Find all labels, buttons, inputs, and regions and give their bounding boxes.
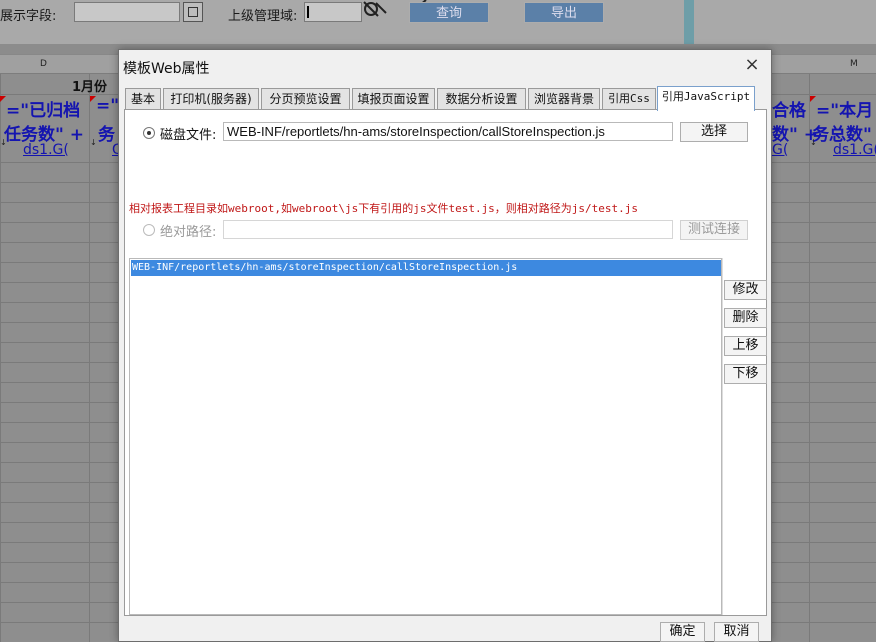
disk-file-radio[interactable] bbox=[143, 127, 155, 139]
parent-org-input[interactable] bbox=[304, 2, 362, 22]
month-header: 1月份 bbox=[72, 80, 108, 95]
path-hint-text: 相对报表工程目录如webroot,如webroot\js下有引用的js文件tes… bbox=[129, 202, 639, 215]
display-field-input[interactable] bbox=[74, 2, 180, 22]
tab-css[interactable]: 引用Css bbox=[602, 88, 656, 110]
tab-page-preview[interactable]: 分页预览设置 bbox=[261, 88, 350, 110]
export-button[interactable]: 导出 bbox=[524, 2, 604, 23]
display-field-label: 展示字段: bbox=[0, 9, 57, 24]
grid-line bbox=[0, 74, 1, 642]
absolute-path-label: 绝对路径: bbox=[160, 225, 217, 240]
ok-button[interactable]: 确定 bbox=[660, 622, 705, 642]
tab-fill-page[interactable]: 填报页面设置 bbox=[352, 88, 435, 110]
javascript-panel: 磁盘文件: WEB-INF/reportlets/hn-ams/storeIns… bbox=[124, 109, 767, 616]
column-d-header[interactable]: D bbox=[40, 59, 47, 69]
cell-formula-line1[interactable]: =" bbox=[96, 96, 119, 116]
close-icon[interactable]: × bbox=[743, 56, 761, 74]
toolbar-divider bbox=[684, 0, 694, 44]
template-web-properties-dialog: 模板Web属性 × 基本 打印机(服务器) 分页预览设置 填报页面设置 数据分析… bbox=[118, 49, 772, 642]
modify-button[interactable]: 修改 bbox=[724, 280, 767, 300]
move-up-button[interactable]: 上移 bbox=[724, 336, 767, 356]
cell-link[interactable]: G( bbox=[772, 142, 788, 158]
choose-button[interactable]: 选择 bbox=[680, 122, 748, 142]
column-m-header[interactable]: M bbox=[850, 59, 858, 69]
disk-file-field[interactable]: WEB-INF/reportlets/hn-ams/storeInspectio… bbox=[223, 122, 673, 141]
background-toolbar: 展示字段: 上级管理域: 查询 导出 bbox=[0, 0, 876, 44]
cell-link[interactable]: ds1.G( bbox=[833, 142, 876, 158]
tab-printer[interactable]: 打印机(服务器) bbox=[163, 88, 259, 110]
list-divider bbox=[722, 258, 723, 615]
expand-arrow-icon: ↓ bbox=[90, 138, 97, 147]
tab-browser-background[interactable]: 浏览器背景 bbox=[528, 88, 600, 110]
cancel-button[interactable]: 取消 bbox=[714, 622, 759, 642]
disk-file-label: 磁盘文件: bbox=[160, 128, 217, 143]
grid-line bbox=[809, 74, 810, 642]
absolute-path-field[interactable] bbox=[223, 220, 673, 239]
cell-formula-line1[interactable]: ="已归档 bbox=[6, 96, 80, 121]
cell-formula-line1[interactable]: ="本月 bbox=[816, 96, 873, 121]
tab-javascript[interactable]: 引用JavaScript bbox=[657, 86, 755, 111]
expand-arrow-icon: ↓ bbox=[810, 138, 817, 147]
text-cursor bbox=[307, 6, 309, 18]
tab-bar: 基本 打印机(服务器) 分页预览设置 填报页面设置 数据分析设置 浏览器背景 引… bbox=[125, 86, 765, 111]
javascript-file-list[interactable]: WEB-INF/reportlets/hn-ams/storeInspectio… bbox=[129, 258, 722, 615]
delete-button[interactable]: 删除 bbox=[724, 308, 767, 328]
grid-line bbox=[89, 74, 90, 642]
move-down-button[interactable]: 下移 bbox=[724, 364, 767, 384]
tab-data-analysis[interactable]: 数据分析设置 bbox=[437, 88, 526, 110]
query-button[interactable]: 查询 bbox=[409, 2, 489, 23]
dialog-title: 模板Web属性 bbox=[123, 61, 210, 77]
glasses-icon[interactable] bbox=[362, 0, 388, 20]
tab-basic[interactable]: 基本 bbox=[125, 88, 161, 110]
parent-org-label: 上级管理域: bbox=[228, 9, 298, 24]
expand-arrow-icon: ↓ bbox=[0, 138, 7, 147]
field-picker-icon[interactable] bbox=[183, 2, 203, 22]
cell-link[interactable]: ds1.G( bbox=[23, 142, 69, 158]
test-connection-button[interactable]: 测试连接 bbox=[680, 220, 748, 240]
list-item[interactable]: WEB-INF/reportlets/hn-ams/storeInspectio… bbox=[131, 260, 721, 276]
cell-formula-line1[interactable]: 合格 bbox=[772, 96, 806, 121]
absolute-path-radio[interactable] bbox=[143, 224, 155, 236]
